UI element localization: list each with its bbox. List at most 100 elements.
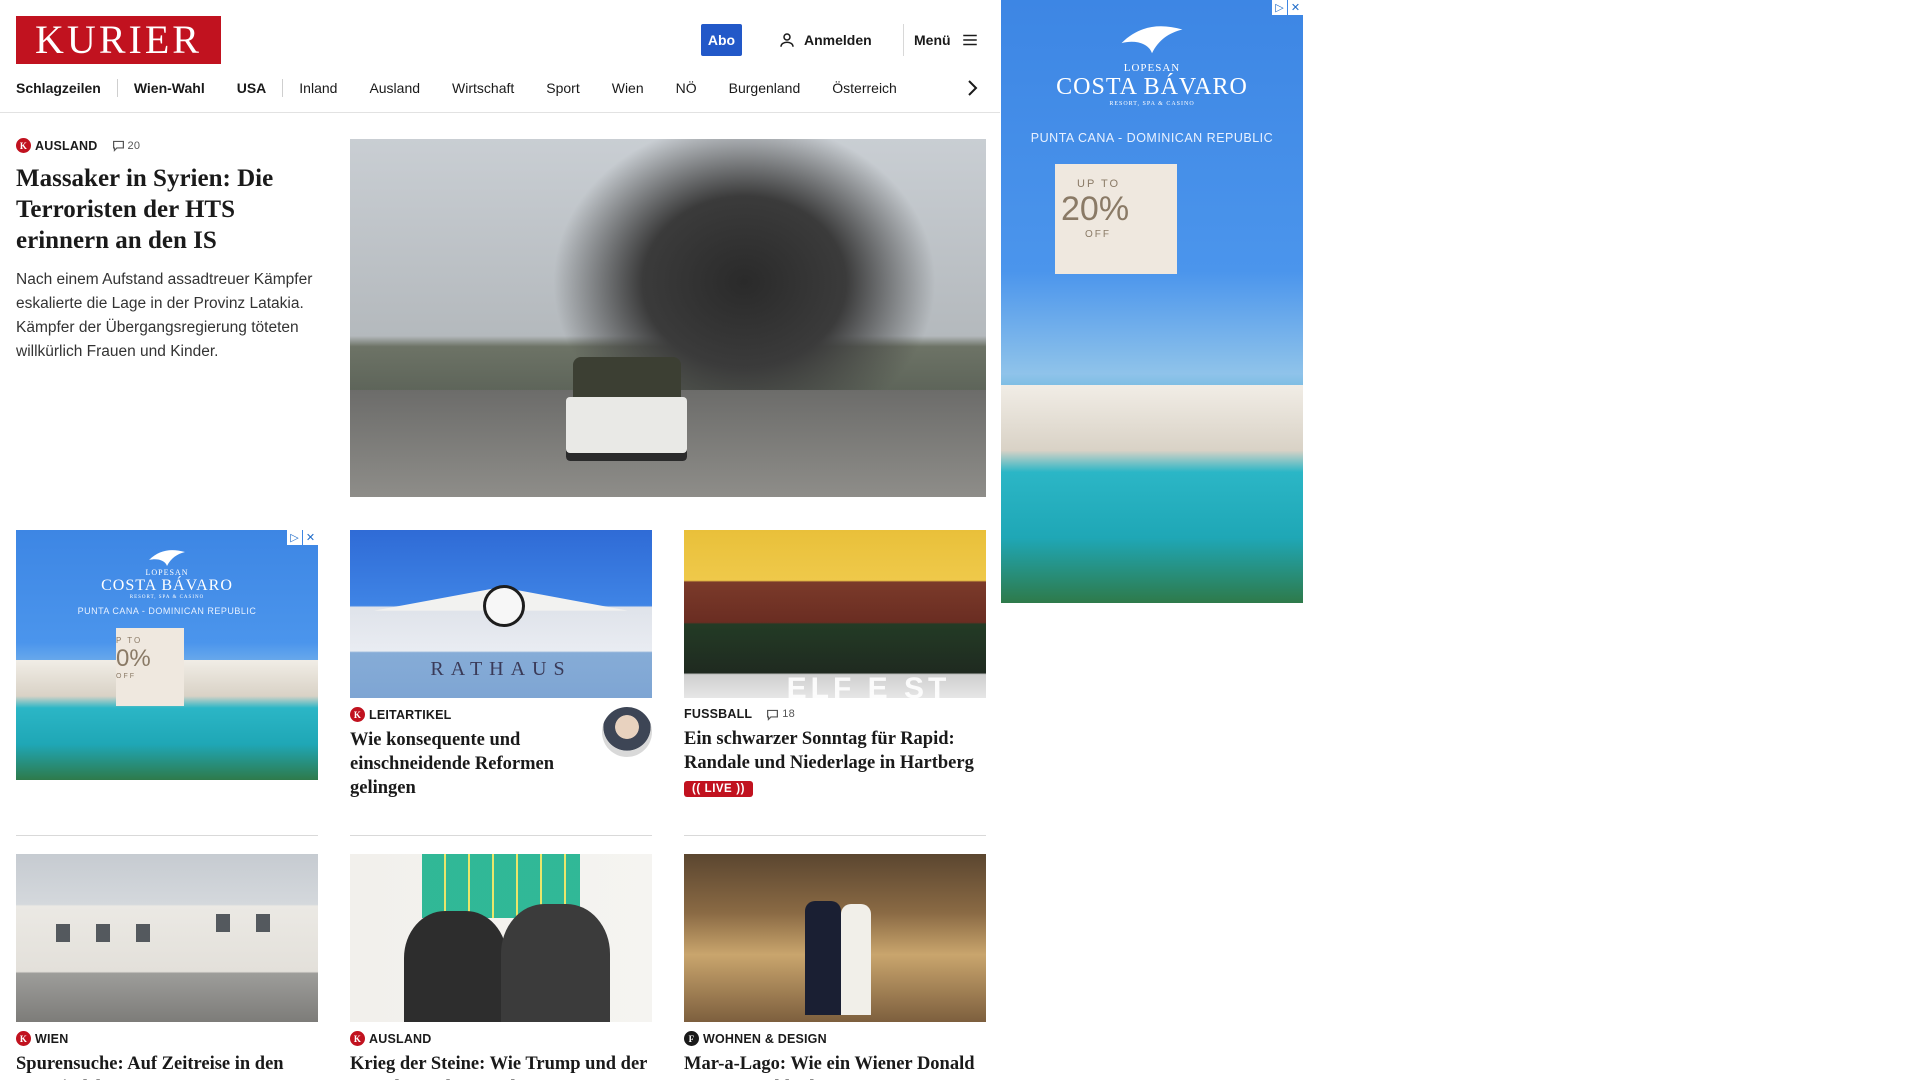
ad-info-icon[interactable]: ▷ [287,530,302,545]
card-ausland[interactable]: K AUSLAND Krieg der Steine: Wie Trump un… [350,1031,655,1080]
card-headline[interactable]: Wie konsequente und einschneidende Refor… [350,728,595,800]
kurier-k-icon: K [16,138,31,153]
card-category: f WOHNEN & DESIGN [684,1031,989,1046]
card-image-gemeindebau[interactable] [16,854,318,1022]
ad-close-icon[interactable]: ✕ [303,530,318,545]
nav-item-burgenland[interactable]: Burgenland [729,80,833,96]
card-category: K AUSLAND [350,1031,655,1046]
menu-label: Menü [914,32,951,48]
ad-coupon-pct: 20% [1061,190,1130,228]
nav-item-sport[interactable]: Sport [546,80,611,96]
lead-headline[interactable]: Massaker in Syrien: Die Terroristen der … [16,163,316,256]
nav-item-wien[interactable]: Wien [612,80,676,96]
ad-banner-small[interactable]: ▷ ✕ LOPESAN COSTA BÁVARO RESORT, SPA & C… [16,530,318,780]
card-headline[interactable]: Spurensuche: Auf Zeitreise in den Gemein… [16,1052,321,1080]
image-window [216,914,230,932]
hamburger-icon [962,34,977,46]
nav-item-wien-wahl[interactable]: Wien-Wahl [134,80,237,96]
ad-coupon-small: P TO 0% OFF [116,628,184,706]
nav-item-inland[interactable]: Inland [299,80,369,96]
nav-bottom-rule [0,112,1000,113]
live-label: LIVE [704,783,733,795]
lead-article[interactable]: K AUSLAND 20 Massaker in Syrien: Die Ter… [16,138,316,364]
row-rule [684,835,986,836]
lead-teaser: Nach einem Aufstand assadtreuer Kämpfer … [16,271,313,360]
card-leitartikel[interactable]: K LEITARTIKEL Wie konsequente und einsch… [350,707,595,800]
nav-item-wirtschaft[interactable]: Wirtschaft [452,80,546,96]
nav-separator [282,79,284,97]
lead-category: K AUSLAND 20 [16,138,316,153]
card-category: FUSSBALL 18 [684,707,989,721]
image-sign-text: RATHAUS [430,657,572,680]
header-divider [903,24,904,56]
ad-coupon-upto: P TO [116,636,143,645]
ad-coupon-pct: 0% [116,645,151,672]
card-comments[interactable]: 18 [766,708,795,721]
ad-tagline: PUNTA CANA - DOMINICAN REPUBLIC [1030,131,1274,145]
image-window [96,924,110,942]
ad-coupon-off: OFF [116,673,136,680]
nav-separator [116,79,118,97]
live-badge[interactable]: (( LIVE )) [684,781,753,797]
bird-logo-icon [149,550,185,566]
nav-item-usa[interactable]: USA [237,80,299,96]
card-category-label: AUSLAND [369,1031,432,1046]
login-label: Anmelden [804,32,872,48]
lead-category-label: AUSLAND [35,138,98,153]
author-avatar[interactable] [602,707,652,757]
nav-item-schlagzeilen[interactable]: Schlagzeilen [16,80,133,96]
login-button[interactable]: Anmelden [778,29,872,51]
card-headline[interactable]: Ein schwarzer Sonntag für Rapid: Randale… [684,727,989,775]
ad-brand: LOPESAN COSTA BÁVARO RESORT, SPA & CASIN… [1001,62,1303,107]
nav-item-oesterreich[interactable]: Österreich [832,80,929,96]
lead-image[interactable] [350,139,986,497]
abo-button[interactable]: Abo [701,24,742,56]
card-image-mar-a-lago[interactable] [684,854,986,1022]
kurier-k-icon: K [350,707,365,722]
ad-pretitle: LOPESAN [1123,62,1181,74]
ad-banner-skyscraper[interactable]: ▷ ✕ LOPESAN COSTA BÁVARO RESORT, SPA & C… [1001,0,1303,603]
image-banner-text: ELF E ST [786,672,951,698]
bird-logo-icon [1121,26,1183,54]
image-clock [482,585,525,628]
menu-button[interactable]: Menü [914,29,979,51]
ad-resort-image [1001,385,1303,603]
nav-next-button[interactable] [962,76,982,100]
card-fussball[interactable]: FUSSBALL 18 Ein schwarzer Sonntag für Ra… [684,707,989,797]
nav-item-noe[interactable]: NÖ [676,80,729,96]
comment-icon [112,140,124,152]
logo-text: KURIER [35,17,202,62]
card-headline[interactable]: Mar-a-Lago: Wie ein Wiener Donald Trumps… [684,1052,989,1080]
image-window [136,924,150,942]
image-window [56,924,70,942]
card-image-seltene-erden[interactable] [350,854,652,1022]
card-comment-count: 18 [782,708,795,720]
card-image-fans[interactable]: ELF E ST [684,530,986,698]
live-wave-right-icon: )) [736,783,745,795]
user-icon [780,33,794,47]
lead-comments[interactable]: 20 [112,139,141,152]
ad-close-icon[interactable]: ✕ [1288,0,1303,15]
lead-comment-count: 20 [127,139,141,152]
ad-sub: RESORT, SPA & CASINO [129,595,205,600]
image-person-right [501,904,610,1022]
nav-item-ausland[interactable]: Ausland [369,80,452,96]
ad-tagline-small: PUNTA CANA - DOMINICAN REPUBLIC [77,606,257,616]
live-wave-left-icon: (( [692,783,701,795]
card-category: K LEITARTIKEL [350,707,595,722]
card-category-label: WIEN [35,1031,69,1046]
card-category-label: WOHNEN & DESIGN [703,1031,827,1046]
image-window [256,914,270,932]
ad-info-icon[interactable]: ▷ [1272,0,1287,15]
ad-controls: ▷ ✕ [287,530,318,545]
image-person-man [804,901,842,1016]
card-category-label: FUSSBALL [684,707,753,721]
card-wohnen[interactable]: f WOHNEN & DESIGN Mar-a-Lago: Wie ein Wi… [684,1031,989,1080]
ad-pretitle: LOPESAN [145,568,189,577]
card-wien[interactable]: K WIEN Spurensuche: Auf Zeitreise in den… [16,1031,321,1080]
kurier-logo[interactable]: KURIER [16,16,221,64]
card-headline[interactable]: Krieg der Steine: Wie Trump und der Rest… [350,1052,655,1080]
chevron-right-icon [968,80,978,96]
card-image-rathaus[interactable]: RATHAUS [350,530,652,698]
ad-sub: RESORT, SPA & CASINO [1109,101,1195,107]
